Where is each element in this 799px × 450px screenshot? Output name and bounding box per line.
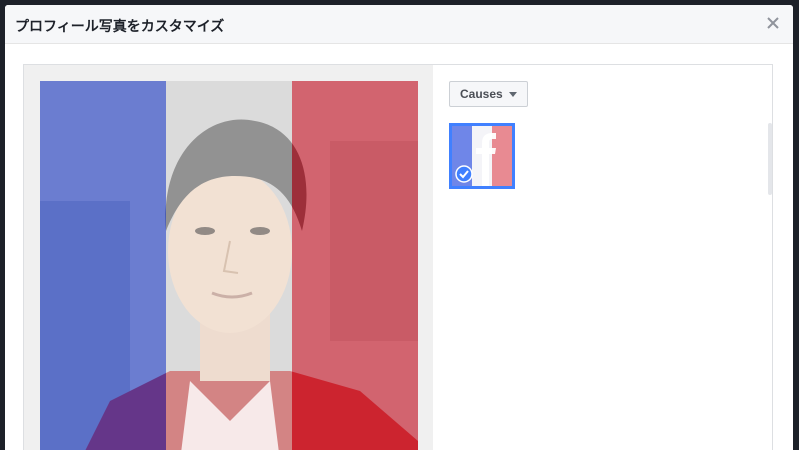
causes-dropdown-label: Causes — [460, 87, 503, 101]
close-icon — [767, 17, 779, 29]
profile-photo-image — [40, 81, 418, 450]
checkmark-icon — [455, 165, 473, 183]
editor-panel: Causes — [23, 64, 773, 450]
frame-option-french-flag[interactable] — [449, 123, 515, 189]
preview-area — [24, 65, 433, 450]
frames-scrollbar[interactable] — [768, 123, 772, 195]
dialog-title: プロフィール写真をカスタマイズ — [15, 18, 225, 34]
frames-area: Causes — [433, 65, 772, 450]
customize-profile-picture-dialog: プロフィール写真をカスタマイズ Causes — [5, 5, 793, 450]
causes-dropdown[interactable]: Causes — [449, 81, 528, 107]
close-button[interactable] — [765, 15, 781, 31]
chevron-down-icon — [508, 91, 517, 97]
profile-photo-preview[interactable] — [40, 81, 418, 450]
dialog-body: Causes — [5, 44, 793, 450]
dialog-header: プロフィール写真をカスタマイズ — [5, 5, 793, 44]
